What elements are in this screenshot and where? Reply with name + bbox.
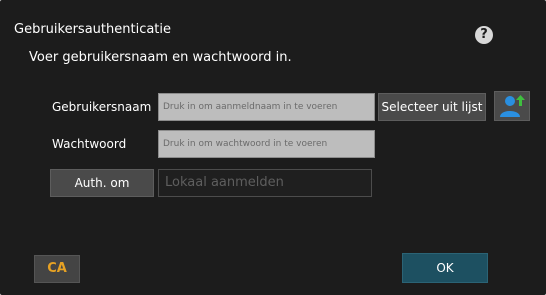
dialog-title: Gebruikersauthenticatie <box>14 22 172 37</box>
instruction-text: Voer gebruikersnaam en wachtwoord in. <box>29 50 292 65</box>
ok-button[interactable]: OK <box>402 253 488 283</box>
auth-destination-button[interactable]: Auth. om <box>50 169 154 197</box>
auth-destination-field: Lokaal aanmelden <box>158 169 372 197</box>
clear-all-button[interactable]: CA <box>34 255 80 283</box>
help-icon[interactable]: ? <box>475 26 493 44</box>
user-authentication-dialog: Gebruikersauthenticatie ? Voer gebruiker… <box>0 0 546 295</box>
user-list-icon <box>500 95 525 117</box>
select-from-list-button[interactable]: Selecteer uit lijst <box>378 93 486 121</box>
password-label: Wachtwoord <box>52 137 127 151</box>
password-input[interactable]: Druk in om wachtwoord in te voeren <box>158 130 375 158</box>
username-label: Gebruikersnaam <box>52 100 152 114</box>
user-list-button[interactable] <box>494 91 530 121</box>
username-input[interactable]: Druk in om aanmeldnaam in te voeren <box>158 93 375 121</box>
